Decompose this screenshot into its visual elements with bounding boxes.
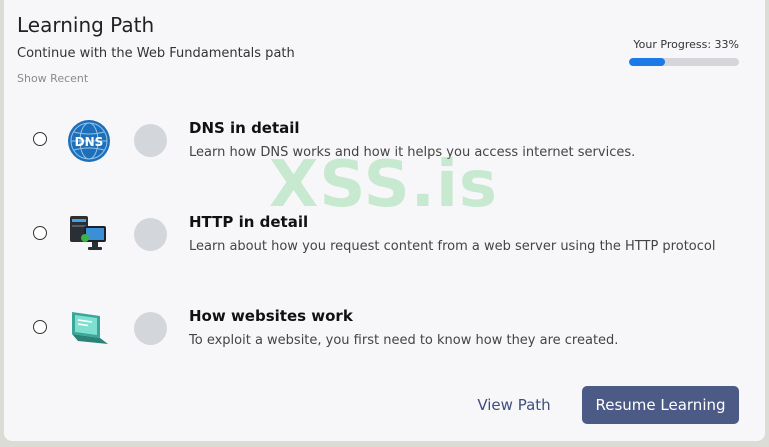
page-title: Learning Path — [17, 13, 155, 37]
module-radio-websites[interactable] — [33, 320, 47, 334]
learning-path-card: Learning Path Continue with the Web Fund… — [4, 0, 765, 441]
server-computers-icon — [66, 212, 112, 258]
show-recent-link[interactable]: Show Recent — [17, 72, 88, 85]
module-item-http[interactable]: HTTP in detail Learn about how you reque… — [4, 212, 765, 272]
module-radio-http[interactable] — [33, 226, 47, 240]
module-status-placeholder — [134, 124, 167, 157]
progress-label: Your Progress: 33% — [633, 38, 739, 51]
module-title[interactable]: How websites work — [189, 307, 353, 325]
module-title[interactable]: DNS in detail — [189, 119, 300, 137]
dns-icon-text: DNS — [75, 135, 104, 149]
module-title[interactable]: HTTP in detail — [189, 213, 308, 231]
module-radio-dns[interactable] — [33, 132, 47, 146]
module-description: Learn how DNS works and how it helps you… — [189, 145, 636, 160]
module-description: Learn about how you request content from… — [189, 239, 716, 254]
module-item-dns[interactable]: DNS DNS in detail Learn how DNS works an… — [4, 118, 765, 178]
module-status-placeholder — [134, 218, 167, 251]
resume-learning-button[interactable]: Resume Learning — [582, 386, 739, 424]
progress-bar-fill — [629, 58, 666, 66]
progress-bar — [629, 58, 739, 66]
laptop-icon — [66, 306, 112, 352]
view-path-button[interactable]: View Path — [464, 386, 564, 424]
path-subtitle: Continue with the Web Fundamentals path — [17, 46, 295, 61]
module-item-websites[interactable]: How websites work To exploit a website, … — [4, 306, 765, 366]
module-status-placeholder — [134, 312, 167, 345]
module-description: To exploit a website, you first need to … — [189, 333, 619, 348]
dns-globe-icon: DNS — [66, 118, 112, 164]
